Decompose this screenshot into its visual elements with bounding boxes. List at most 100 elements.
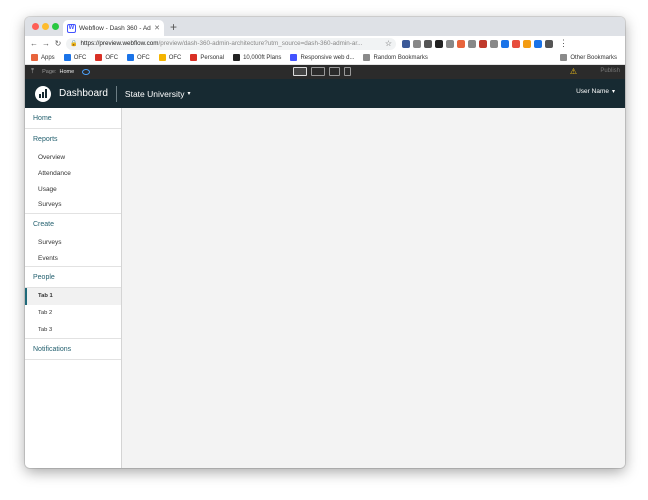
address-bar-row: ← → ↻ 🔒 https://preview.webflow.com/prev… [25,36,625,51]
other-bookmarks-label: Other Bookmarks [570,54,617,61]
preview-eye-icon[interactable] [82,69,91,75]
url-input[interactable]: 🔒 https://preview.webflow.com/preview/da… [66,37,396,50]
extension-icon[interactable] [468,39,476,48]
user-menu[interactable]: User Name ▾ [576,88,615,95]
extensions-toolbar [402,39,553,48]
sidebar-heading-create[interactable]: Create [25,214,121,235]
bookmark-label: Responsive web d... [300,54,355,61]
bookmark-label: OFC [137,54,150,61]
sidebar-item-surveys-report[interactable]: Surveys [25,197,121,213]
bookmark-star-icon[interactable]: ☆ [385,39,392,48]
bookmark-item[interactable]: OFC [158,54,182,61]
bookmark-item[interactable]: Responsive web d... [290,54,354,61]
browser-tab[interactable]: W Webflow - Dash 360 - Admin A ✕ [63,20,164,36]
bookmark-label: OFC [73,54,87,61]
new-tab-button[interactable]: + [170,19,177,35]
bookmark-item[interactable]: Random Bookmarks [363,54,428,61]
lock-icon: 🔒 [70,41,78,47]
sidebar: Home Reports Overview Attendance Usage S… [25,108,122,468]
extension-icon[interactable] [424,39,432,48]
webflow-preview-bar: ⤒ Page: Home ⚠ Publish [25,65,625,79]
sidebar-tab-3[interactable]: Tab 3 [25,322,121,339]
bookmark-label: Personal [200,54,225,61]
sidebar-heading-people[interactable]: People [25,267,121,289]
maximize-window-button[interactable] [52,23,59,30]
sidebar-group-people: People Tab 1 Tab 2 Tab 3 [25,267,121,340]
folder-icon [560,54,568,61]
main-content [122,108,625,468]
page-indicator[interactable]: Page: Home [42,69,74,75]
bookmark-item[interactable]: Apps [31,54,55,61]
bookmark-item[interactable]: 10,000ft Plans [233,54,281,61]
extension-icon[interactable] [413,39,421,48]
sidebar-item-events[interactable]: Events [25,250,121,266]
webflow-favicon-icon: W [67,23,76,33]
bookmarks-bar: Apps OFC OFC OFC OFC Personal 10,000ft Plans Re… [25,51,625,65]
extension-icon[interactable] [534,39,542,48]
sidebar-item-usage[interactable]: Usage [25,181,121,197]
extension-icon[interactable] [490,39,498,48]
bookmark-icon [190,54,198,61]
bookmark-item[interactable]: OFC [127,54,150,61]
extension-icon[interactable] [435,39,443,48]
chevron-down-icon: ▾ [187,91,191,97]
extension-icon[interactable] [523,39,531,48]
reload-icon[interactable]: ↻ [52,39,64,48]
sidebar-item-overview[interactable]: Overview [25,150,121,166]
sidebar-item-surveys-create[interactable]: Surveys [25,235,121,251]
org-name: State University [124,88,185,99]
other-bookmarks[interactable]: Other Bookmarks [560,54,617,61]
bookmark-label: OFC [168,54,182,61]
sidebar-item-attendance[interactable]: Attendance [25,166,121,182]
bookmark-icon [233,54,241,61]
url-text: https://preview.webflow.com/preview/dash… [80,40,363,47]
warning-icon[interactable]: ⚠ [570,67,577,76]
close-tab-icon[interactable]: ✕ [154,24,160,32]
sidebar-tab-1[interactable]: Tab 1 [25,288,121,305]
bookmark-label: 10,000ft Plans [243,54,282,61]
org-selector[interactable]: State University ▾ [125,89,191,99]
browser-window: W Webflow - Dash 360 - Admin A ✕ + ← → ↻… [25,17,625,468]
bookmark-item[interactable]: OFC [95,54,118,61]
tab-title: Webflow - Dash 360 - Admin A [79,24,151,32]
close-window-button[interactable] [32,23,39,30]
sidebar-item-notifications[interactable]: Notifications [25,339,121,361]
extension-icon[interactable] [446,39,454,48]
bookmark-label: Random Bookmarks [373,54,428,61]
upload-icon[interactable]: ⤒ [31,68,34,76]
browser-menu-icon[interactable]: ⋮ [559,38,568,49]
app-title[interactable]: Dashboard [59,88,108,99]
apps-grid-icon [31,54,38,61]
mobile-device-icon[interactable] [344,67,351,76]
browser-tab-strip: W Webflow - Dash 360 - Admin A ✕ + [25,17,625,36]
desktop-device-icon[interactable] [293,67,307,76]
chevron-down-icon: ▾ [611,89,615,95]
bookmark-icon [127,54,135,61]
bookmark-label: Apps [41,54,55,61]
minimize-window-button[interactable] [42,23,49,30]
extension-icon[interactable] [457,39,465,48]
sidebar-group-create: Create Surveys Events [25,214,121,268]
bookmark-icon [63,54,71,61]
bookmark-icon [363,54,371,61]
sidebar-tab-2[interactable]: Tab 2 [25,305,121,322]
sidebar-heading-reports[interactable]: Reports [25,129,121,150]
forward-arrow-icon[interactable]: → [40,39,52,48]
back-arrow-icon[interactable]: ← [28,39,40,48]
extension-icon[interactable] [512,39,520,48]
extension-icon[interactable] [545,39,553,48]
bar-chart-logo-icon[interactable] [35,85,51,102]
header-divider [115,85,117,102]
user-name: User Name [576,88,609,95]
publish-button[interactable]: Publish [600,68,620,74]
extension-icon[interactable] [402,39,410,48]
bookmark-item[interactable]: OFC [63,54,87,61]
extension-icon[interactable] [501,39,509,48]
sidebar-group-reports: Reports Overview Attendance Usage Survey… [25,129,121,214]
sidebar-item-home[interactable]: Home [25,108,121,129]
extension-icon[interactable] [479,39,487,48]
tablet-portrait-icon[interactable] [329,67,340,76]
tablet-landscape-icon[interactable] [311,67,325,76]
bookmark-icon [158,54,166,61]
bookmark-item[interactable]: Personal [190,54,224,61]
